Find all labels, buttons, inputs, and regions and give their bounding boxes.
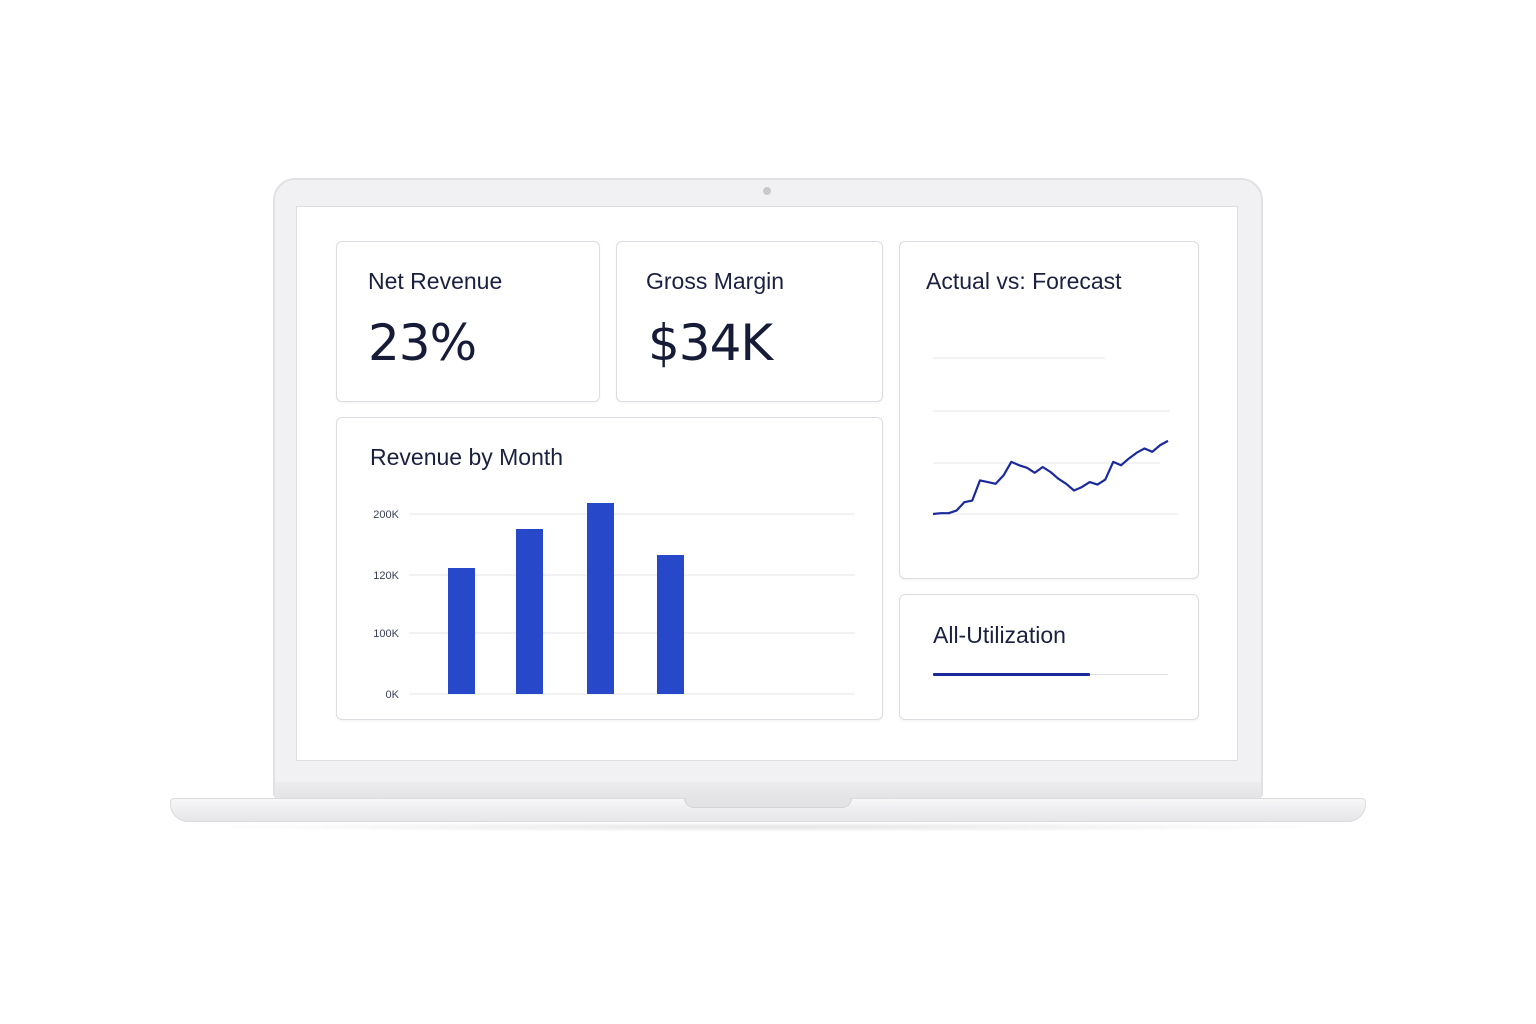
net-revenue-value: 23% [368, 314, 477, 372]
utilization-card[interactable]: All-Utilization [899, 594, 1199, 720]
net-revenue-card[interactable]: Net Revenue 23% [336, 241, 600, 402]
revenue-by-month-card[interactable]: Revenue by Month 200K 120K 100K 0K [336, 417, 883, 720]
actual-vs-forecast-chart [932, 357, 1178, 516]
lid-hinge [275, 782, 1261, 798]
actual-line-series [932, 439, 1169, 516]
bar-tick-label: 120K [373, 570, 399, 582]
bar-tick-label: 0K [386, 689, 400, 701]
gross-margin-label: Gross Margin [646, 268, 785, 294]
laptop-mockup: Net Revenue 23% Gross Margin $34K Actual… [0, 0, 1536, 1024]
bar-tick-label: 200K [373, 509, 399, 521]
laptop-notch [684, 798, 852, 808]
revenue-bar-chart: 200K 120K 100K 0K [373, 503, 855, 701]
gross-margin-card[interactable]: Gross Margin $34K [616, 241, 883, 402]
laptop-shadow [190, 822, 1346, 832]
utilization-progress-bar [933, 673, 1091, 676]
revenue-bar[interactable] [448, 568, 475, 694]
revenue-bar[interactable] [587, 503, 614, 694]
net-revenue-label: Net Revenue [368, 268, 503, 294]
bar-tick-label: 100K [373, 628, 399, 640]
gross-margin-value: $34K [648, 314, 773, 372]
utilization-title: All-Utilization [933, 622, 1066, 648]
actual-vs-forecast-card[interactable]: Actual vs: Forecast [899, 241, 1199, 579]
revenue-bar[interactable] [516, 529, 543, 694]
camera-icon [763, 187, 771, 195]
revenue-bar[interactable] [657, 555, 684, 694]
